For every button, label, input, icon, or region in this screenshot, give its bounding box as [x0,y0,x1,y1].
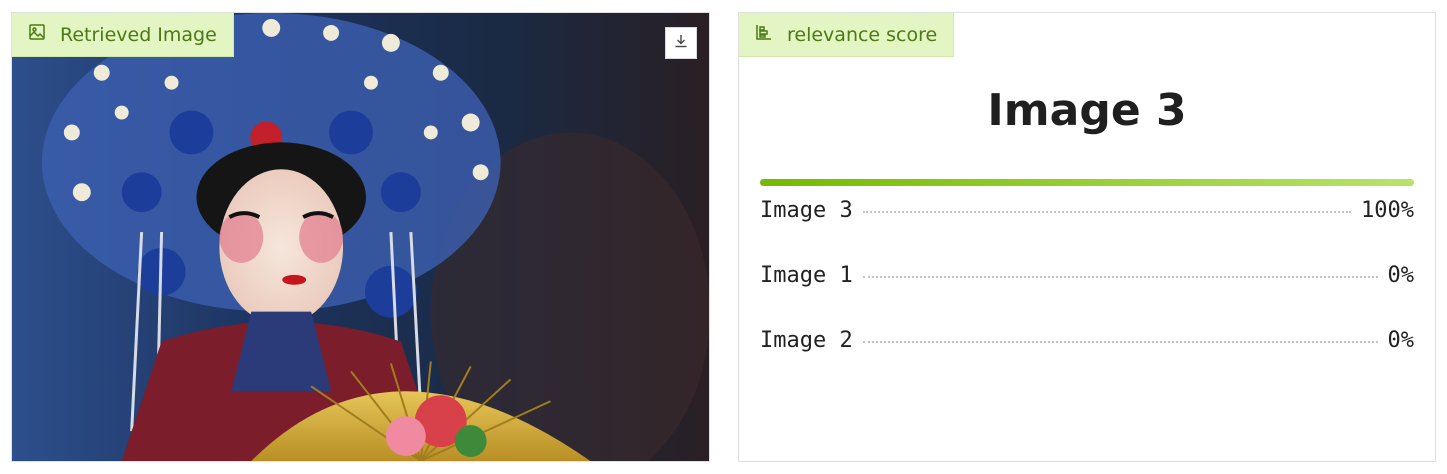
download-button[interactable] [665,27,697,59]
score-row: Image 2 0% [760,328,1414,393]
score-row-value: 100% [1361,198,1414,223]
score-row-value: 0% [1387,328,1415,353]
score-row: Image 1 0% [760,263,1414,328]
top-result-title: Image 3 [987,85,1187,136]
dotted-leader [862,211,1352,213]
retrieved-image-panel: Retrieved Image [11,12,710,462]
dotted-leader [862,276,1378,278]
score-row-label: Image 2 [760,328,853,353]
score-row: Image 3 100% [760,198,1414,263]
relevance-score-panel: relevance score Image 3 Image 3 100% Ima… [738,12,1436,462]
download-icon [673,33,689,53]
relevance-score-label: relevance score [787,23,938,46]
image-icon [28,23,46,46]
top-score-bar [760,179,1414,186]
bar-chart-icon [755,23,773,46]
retrieved-image [12,13,709,461]
score-row-value: 0% [1387,263,1415,288]
retrieved-image-label: Retrieved Image [60,23,217,46]
score-row-label: Image 3 [760,198,853,223]
retrieved-image-tag: Retrieved Image [12,13,234,57]
dotted-leader [862,341,1378,343]
score-row-label: Image 1 [760,263,853,288]
relevance-score-tag: relevance score [739,13,955,57]
score-list: Image 3 100% Image 1 0% Image 2 0% [760,198,1414,393]
